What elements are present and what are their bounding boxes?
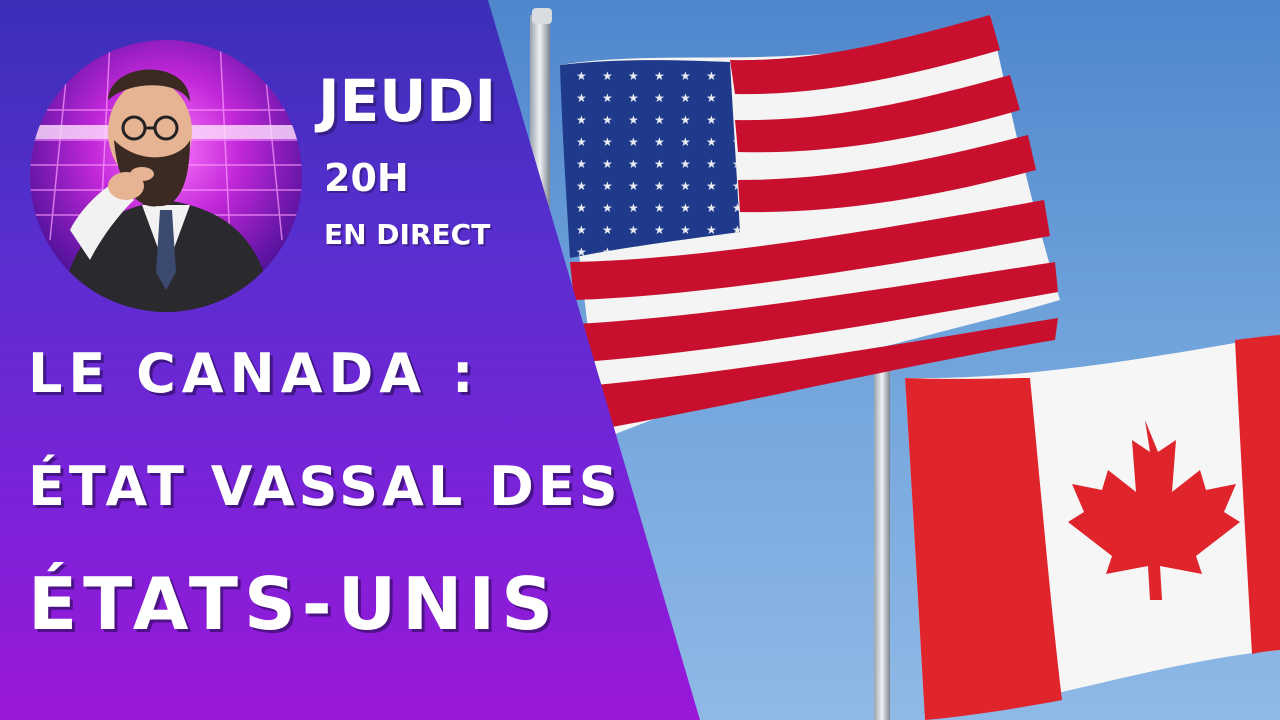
headline-line-3: ÉTATS-UNIS — [28, 562, 560, 646]
day-label: JEUDI — [318, 67, 497, 135]
headline-line-1: LE CANADA : — [28, 342, 480, 405]
canada-flag-icon — [905, 335, 1280, 720]
pointing-man-avatar-icon — [30, 40, 302, 312]
headline-line-2: ÉTAT VASSAL DES — [28, 455, 622, 518]
host-avatar — [30, 40, 302, 312]
hour-label: 20H — [324, 156, 409, 200]
live-label: EN DIRECT — [324, 218, 491, 251]
thumbnail: ★ — [0, 0, 1280, 720]
